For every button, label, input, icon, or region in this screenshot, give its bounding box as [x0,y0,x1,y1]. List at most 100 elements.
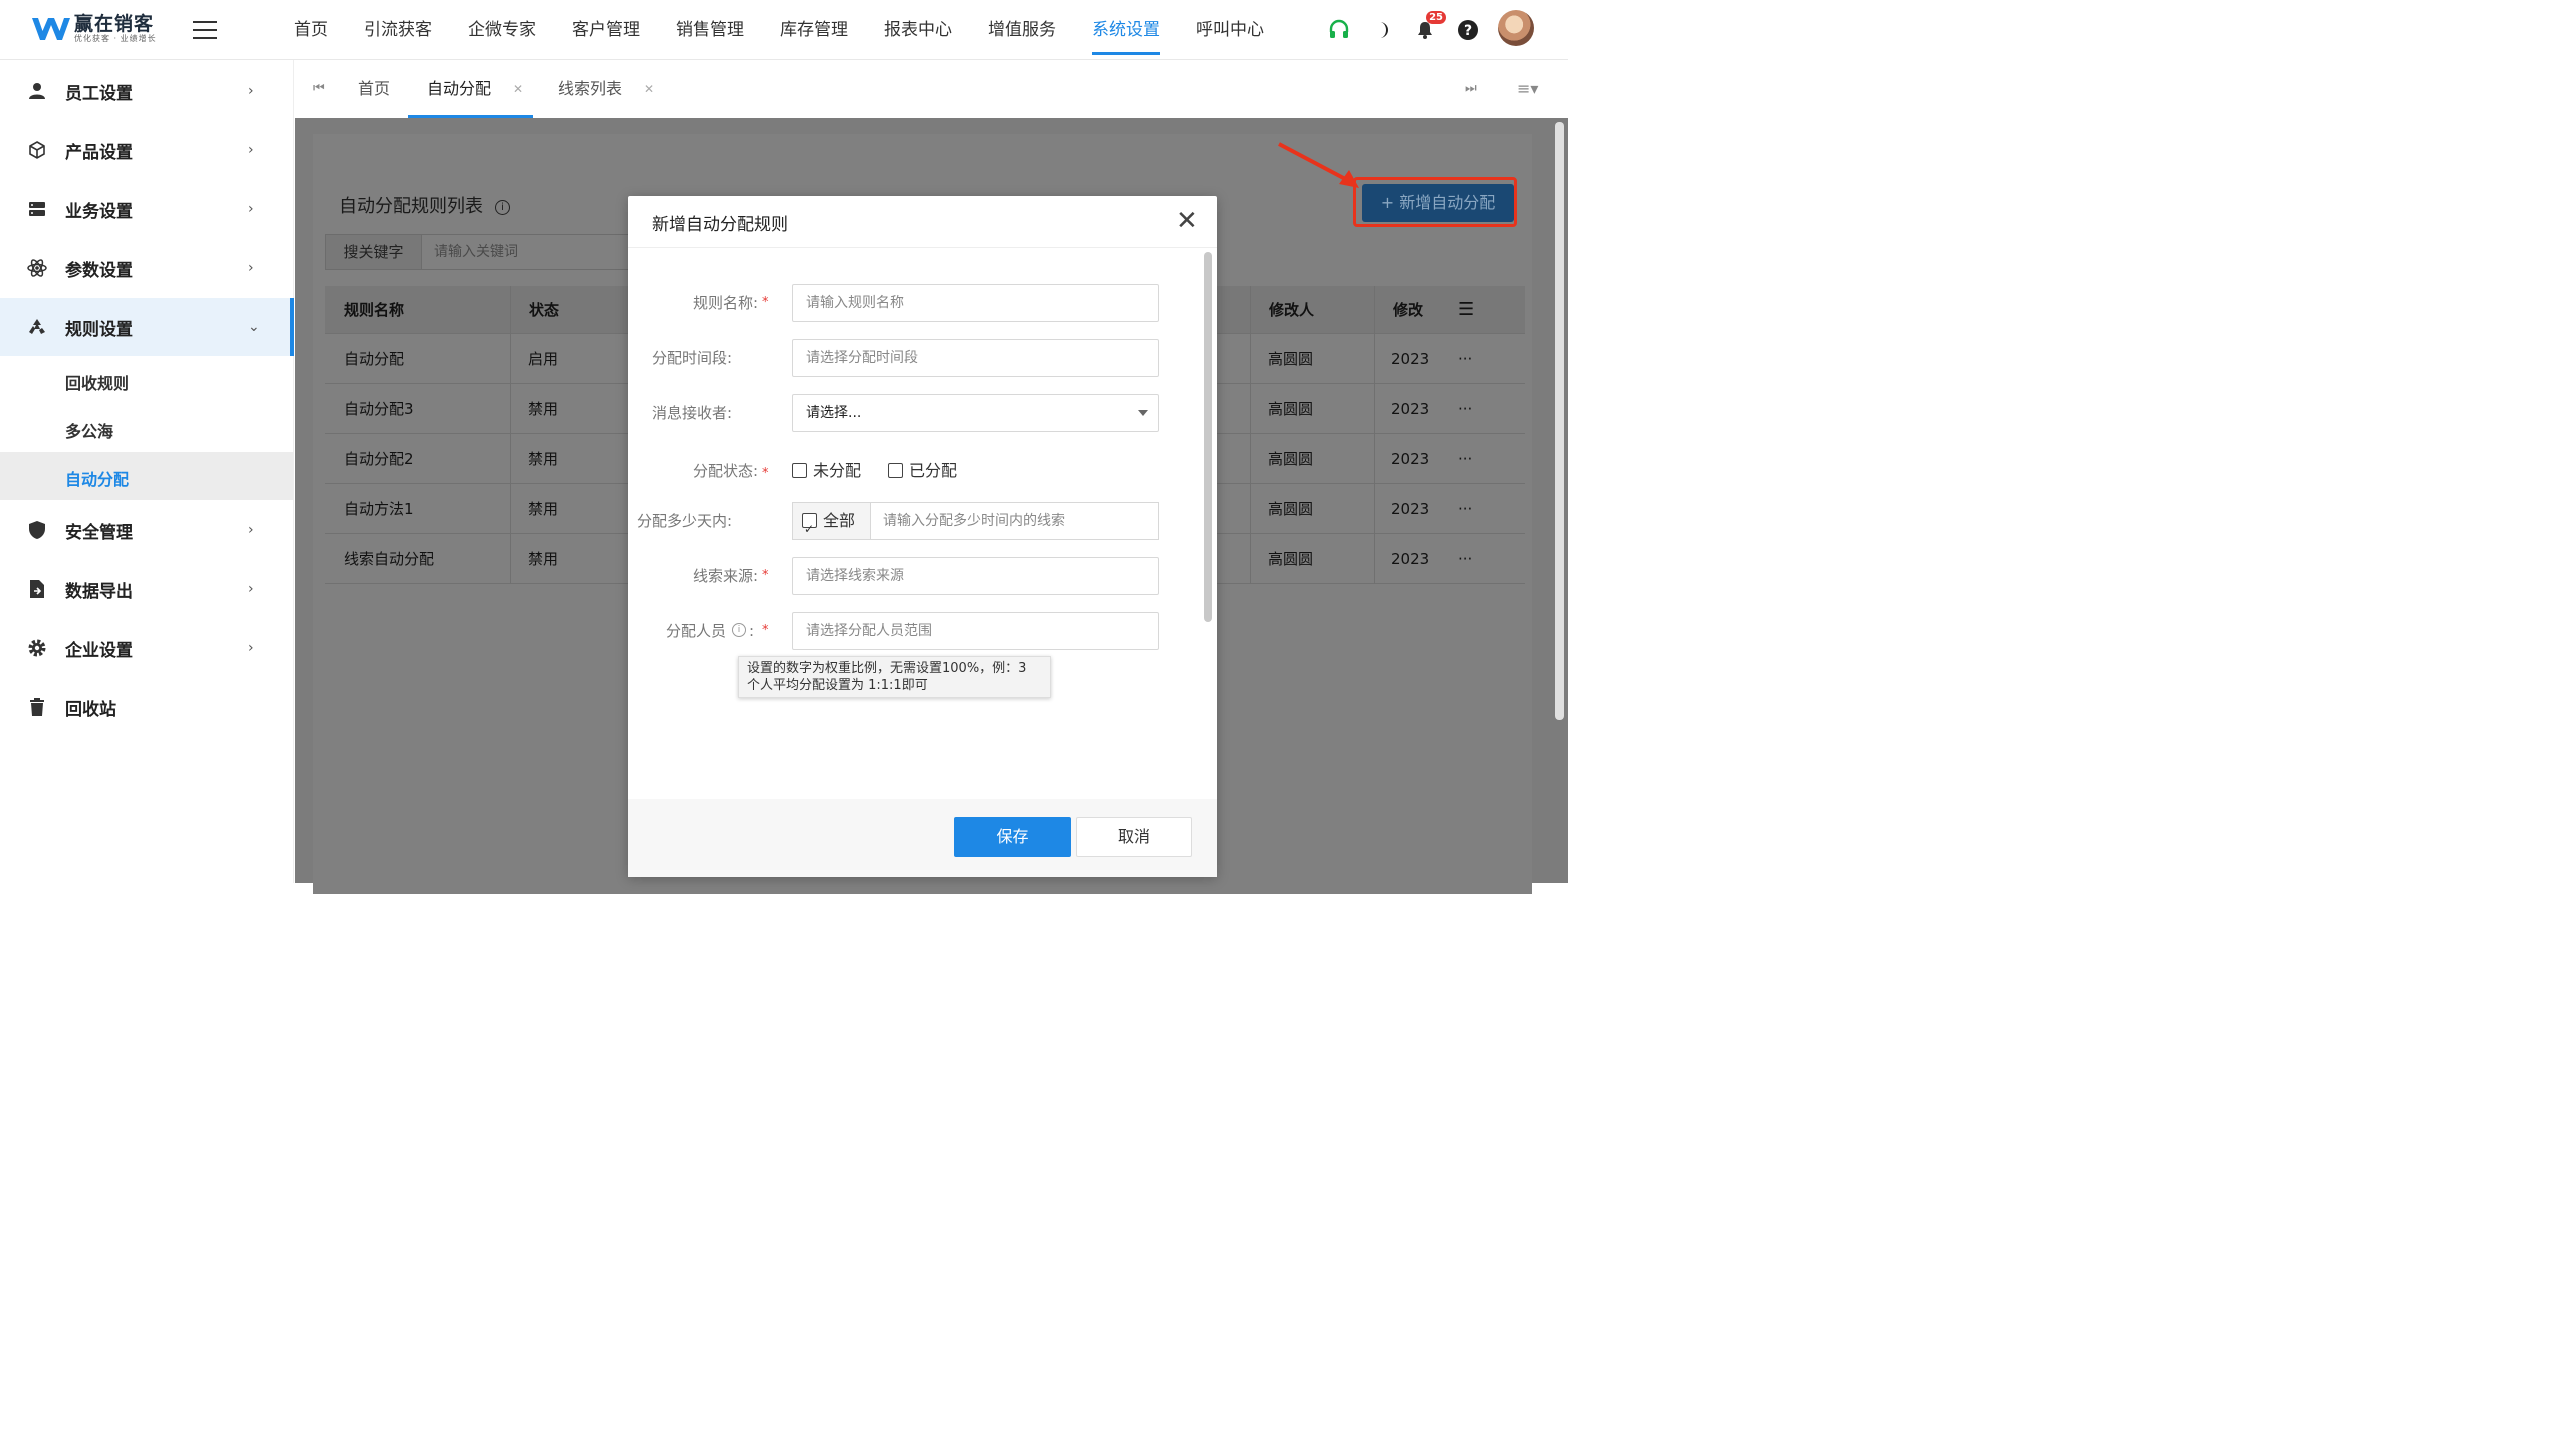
cell-status: 禁用 [528,400,559,418]
sidebar-item-rules[interactable]: 规则设置 ⌄ [0,298,294,356]
days-input[interactable]: 请输入分配多少时间内的线索 [870,502,1159,540]
staff-range-input[interactable]: 请选择分配人员范围 [792,612,1159,650]
all-days-checkbox[interactable]: 全部 [792,502,870,547]
nav-value-added[interactable]: 增值服务 [970,0,1074,60]
chevron-right-icon: › [248,260,254,276]
cancel-button[interactable]: 取消 [1076,817,1192,857]
col-rule-name[interactable]: 规则名称 [344,286,404,334]
cell-modifier: 高圆圆 [1268,350,1314,368]
close-icon[interactable]: ✕ [513,60,523,118]
receiver-select[interactable]: 请选择... [792,394,1159,432]
nav-reports[interactable]: 报表中心 [866,0,970,60]
tab-auto-assign[interactable]: 自动分配 [407,60,534,118]
headset-icon[interactable] [1326,17,1352,43]
tab-lead-list[interactable]: 线索列表 [558,60,622,118]
caret-down-icon [1138,410,1148,416]
col-modifier[interactable]: 修改人 [1269,286,1314,334]
dark-mode-icon[interactable] [1369,17,1395,43]
nav-customers[interactable]: 客户管理 [554,0,658,60]
sidebar-item-params[interactable]: 参数设置 › [0,239,294,297]
sidebar-subitem-multi-pool[interactable]: 多公海 [0,404,294,452]
sidebar-item-enterprise[interactable]: 企业设置 › [0,619,294,677]
modal-title: 新增自动分配规则 [652,215,788,235]
tabs-first-icon[interactable]: ⏮ [313,60,325,118]
cell-status: 禁用 [528,450,559,468]
chevron-right-icon: › [248,201,254,217]
time-range-input[interactable]: 请选择分配时间段 [792,339,1159,377]
nav-call-center[interactable]: 呼叫中心 [1178,0,1282,60]
logo-title: 赢在销客 [74,13,155,35]
field-label: 消息接收者: [651,404,732,422]
nav-home[interactable]: 首页 [276,0,346,60]
more-icon[interactable]: ··· [1458,334,1472,384]
sidebar-subitem-auto-assign[interactable]: 自动分配 [0,452,294,500]
rule-name-input[interactable]: 请输入规则名称 [792,284,1159,322]
column-divider [510,286,511,584]
close-icon[interactable]: ✕ [644,60,654,118]
sidebar-item-security[interactable]: 安全管理 › [0,501,294,559]
save-button[interactable]: 保存 [954,817,1071,857]
required-mark: * [762,466,769,481]
checkbox-unassigned[interactable]: 未分配 [792,452,861,490]
column-settings-icon[interactable]: ☰ [1458,286,1474,334]
modal-scrollbar[interactable] [1204,252,1212,622]
chevron-right-icon: › [248,640,254,656]
page-title-text: 自动分配规则列表 [339,196,483,217]
checkbox-assigned[interactable]: 已分配 [888,452,957,490]
more-icon[interactable]: ··· [1458,484,1472,534]
search-box[interactable]: 搜关键字 请输入关键词 [325,234,655,270]
weight-tooltip: 设置的数字为权重比例，无需设置100%，例：3 个人平均分配设置为 1:1:1即… [738,656,1051,698]
bell-icon[interactable]: 25 [1412,11,1446,43]
more-icon[interactable]: ··· [1458,534,1472,584]
more-icon[interactable]: ··· [1458,434,1472,484]
col-modified[interactable]: 修改 [1393,286,1423,334]
top-icons: 25 ? [1326,10,1534,46]
chevron-down-icon: ⌄ [248,319,260,335]
tabs-menu-icon[interactable]: ≡▾ [1517,60,1538,118]
sidebar-item-label: 数据导出 [65,581,133,602]
tabs-last-icon[interactable]: ⏭ [1465,60,1477,118]
nav-wecom[interactable]: 企微专家 [450,0,554,60]
cell-modifier: 高圆圆 [1268,550,1314,568]
more-icon[interactable]: ··· [1458,384,1472,434]
form-row-rule-name: 规则名称: * 请输入规则名称 [628,284,1188,322]
menu-toggle-icon[interactable] [193,21,217,39]
page-title: 自动分配规则列表 i [339,192,510,218]
sidebar-item-export[interactable]: 数据导出 › [0,560,294,618]
chevron-right-icon: › [248,522,254,538]
sidebar-subitem-label: 多公海 [65,422,114,441]
field-label: 分配人员 [665,622,726,640]
logo[interactable]: 赢在销客 优化获客 · 业绩增长 [30,14,157,44]
tab-home[interactable]: 首页 [358,60,390,118]
lead-source-input[interactable]: 请选择线索来源 [792,557,1159,595]
page-scrollbar[interactable] [1555,122,1564,720]
search-input[interactable]: 请输入关键词 [422,235,518,269]
form-row-source: 线索来源: * 请选择线索来源 [628,557,1188,595]
column-divider [1374,286,1375,584]
label-colon: : [749,622,755,640]
nav-sales[interactable]: 销售管理 [658,0,762,60]
tabs-bar: ⏮ 首页 自动分配 ✕ 线索列表 ✕ ⏭ ≡▾ [295,60,1568,118]
sidebar-subitem-recycle-rules[interactable]: 回收规则 [0,356,294,404]
help-icon[interactable]: ? [1455,17,1481,43]
nav-system-settings[interactable]: 系统设置 [1074,0,1178,60]
chevron-right-icon: › [248,142,254,158]
tooltip-line: 设置的数字为权重比例，无需设置100%，例：3 [747,661,1027,676]
sidebar-item-label: 业务设置 [65,201,133,222]
info-icon[interactable]: i [732,623,746,637]
sidebar-item-trash[interactable]: 回收站 [0,678,294,736]
nav-traffic[interactable]: 引流获客 [346,0,450,60]
nav-inventory[interactable]: 库存管理 [762,0,866,60]
cell-status: 禁用 [528,500,559,518]
cell-modifier: 高圆圆 [1268,400,1314,418]
close-icon[interactable]: ✕ [1176,208,1198,234]
shield-icon [26,519,48,541]
add-auto-assign-button[interactable]: + 新增自动分配 [1362,184,1514,222]
sidebar-subitem-label: 回收规则 [65,374,130,393]
avatar[interactable] [1498,10,1534,46]
sidebar-item-product[interactable]: 产品设置 › [0,121,294,179]
cell-name: 自动方法1 [344,500,414,518]
sidebar-item-business[interactable]: 业务设置 › [0,180,294,238]
sidebar-item-staff[interactable]: 员工设置 › [0,62,294,120]
col-status[interactable]: 状态 [529,286,559,334]
